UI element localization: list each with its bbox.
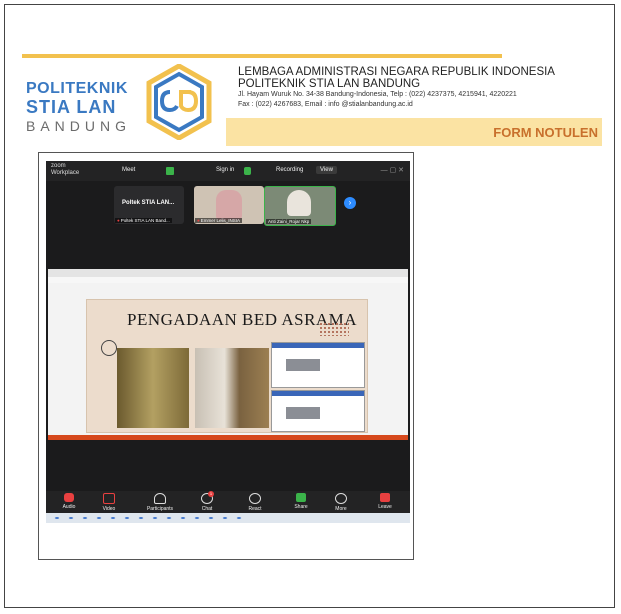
zoom-logo-bottom: Workplace xyxy=(51,170,80,176)
share-button[interactable]: Share xyxy=(284,493,318,510)
logo-line-2: STIA LAN xyxy=(26,97,117,117)
chat-badge: 1 xyxy=(208,491,214,497)
header-top-rule xyxy=(22,54,502,58)
presentation-slide: PENGADAAN BED ASRAMA xyxy=(86,299,368,433)
react-button[interactable]: React xyxy=(238,493,272,512)
form-title: FORM NOTULEN xyxy=(493,125,598,140)
audio-label: Audio xyxy=(62,504,76,510)
participant-video xyxy=(216,190,242,220)
leave-label: Leave xyxy=(378,504,392,510)
institution-logo-text: POLITEKNIK STIA LAN BANDUNG xyxy=(26,80,131,134)
org-name-line-2: POLITEKNIK STIA LAN BANDUNG xyxy=(238,78,421,90)
zoom-top-bar: zoom Workplace Meet Sign in Recording Vi… xyxy=(46,161,410,181)
view-button[interactable]: View xyxy=(316,166,337,174)
decorative-dots xyxy=(319,322,349,336)
chat-button[interactable]: 1 Chat xyxy=(190,491,224,512)
zoom-logo-top: zoom xyxy=(51,163,66,169)
bed-photo-1 xyxy=(117,348,189,428)
institution-emblem-icon xyxy=(146,64,212,140)
org-contact: Fax : (022) 4267683, Email : info @stial… xyxy=(238,101,413,108)
chat-icon: 1 xyxy=(201,491,214,504)
participant-label: ●Poltek STIA LAN Band... xyxy=(115,218,172,223)
zoom-logo: zoom Workplace xyxy=(51,163,79,177)
org-name-line-1: LEMBAGA ADMINISTRASI NEGARA REPUBLIK IND… xyxy=(238,66,555,78)
browser-toolbar xyxy=(48,269,408,277)
participant-tile-active-speaker[interactable]: Anti Zaini_Rojar Nkp xyxy=(264,186,336,226)
meeting-menu[interactable]: Meet xyxy=(122,167,135,173)
participant-tile[interactable]: Poltek STIA LAN... ●Poltek STIA LAN Band… xyxy=(114,186,184,224)
browser-status-bar xyxy=(48,435,408,440)
zoom-control-bar: Audio Video Participants 1 Chat React Sha… xyxy=(46,491,410,513)
next-page-arrow-icon[interactable]: › xyxy=(344,197,356,209)
window-controls[interactable]: — ▢ ✕ xyxy=(381,166,404,174)
audio-button[interactable]: Audio xyxy=(52,493,86,510)
organization-info: LEMBAGA ADMINISTRASI NEGARA REPUBLIK IND… xyxy=(238,66,618,110)
microphone-muted-icon: ● xyxy=(197,218,200,223)
microphone-muted-icon: ● xyxy=(117,218,120,223)
security-icon[interactable] xyxy=(166,167,174,175)
microphone-muted-icon xyxy=(64,493,74,502)
sign-in-button[interactable]: Sign in xyxy=(216,167,234,173)
participant-label: Anti Zaini_Rojar Nkp xyxy=(266,219,312,224)
logo-line-1: POLITEKNIK xyxy=(26,80,128,97)
org-address: Jl. Hayam Wuruk No. 34-38 Bandung-Indone… xyxy=(238,91,517,98)
share-screen-icon xyxy=(296,493,306,502)
product-screenshot-1 xyxy=(271,342,365,388)
chat-label: Chat xyxy=(201,506,213,512)
bed-photo-2 xyxy=(195,348,269,428)
participant-video xyxy=(287,190,311,216)
decorative-circle xyxy=(101,340,117,356)
participants-label: Participants xyxy=(146,506,174,512)
windows-taskbar xyxy=(46,513,410,523)
participants-button[interactable]: Participants xyxy=(138,493,182,512)
participant-label: ●Emmer Lelis_INSIA xyxy=(195,218,242,223)
logo-line-3: BANDUNG xyxy=(26,118,132,134)
participant-tile[interactable]: ●Emmer Lelis_INSIA xyxy=(194,186,264,224)
video-label: Video xyxy=(102,506,116,512)
product-screenshot-2 xyxy=(271,390,365,432)
more-icon xyxy=(335,493,347,504)
participants-icon xyxy=(154,493,166,504)
leave-icon xyxy=(380,493,390,502)
shield-icon xyxy=(244,167,251,175)
react-label: React xyxy=(248,506,262,512)
shared-screen: PENGADAAN BED ASRAMA xyxy=(48,269,408,440)
more-button[interactable]: More xyxy=(324,493,358,512)
leave-button[interactable]: Leave xyxy=(368,493,402,510)
participant-name-on-tile: Poltek STIA LAN... xyxy=(122,200,175,206)
browser-bookmarks-bar xyxy=(48,277,408,283)
zoom-meeting-screenshot: zoom Workplace Meet Sign in Recording Vi… xyxy=(46,161,410,523)
video-button[interactable]: Video xyxy=(92,493,126,512)
form-title-bar: FORM NOTULEN xyxy=(226,118,602,146)
more-label: More xyxy=(335,506,347,512)
share-label: Share xyxy=(294,504,308,510)
recording-indicator: Recording xyxy=(276,167,304,173)
heart-icon xyxy=(249,493,261,504)
taskbar-app-icons[interactable] xyxy=(50,515,250,521)
video-off-icon xyxy=(103,493,115,504)
